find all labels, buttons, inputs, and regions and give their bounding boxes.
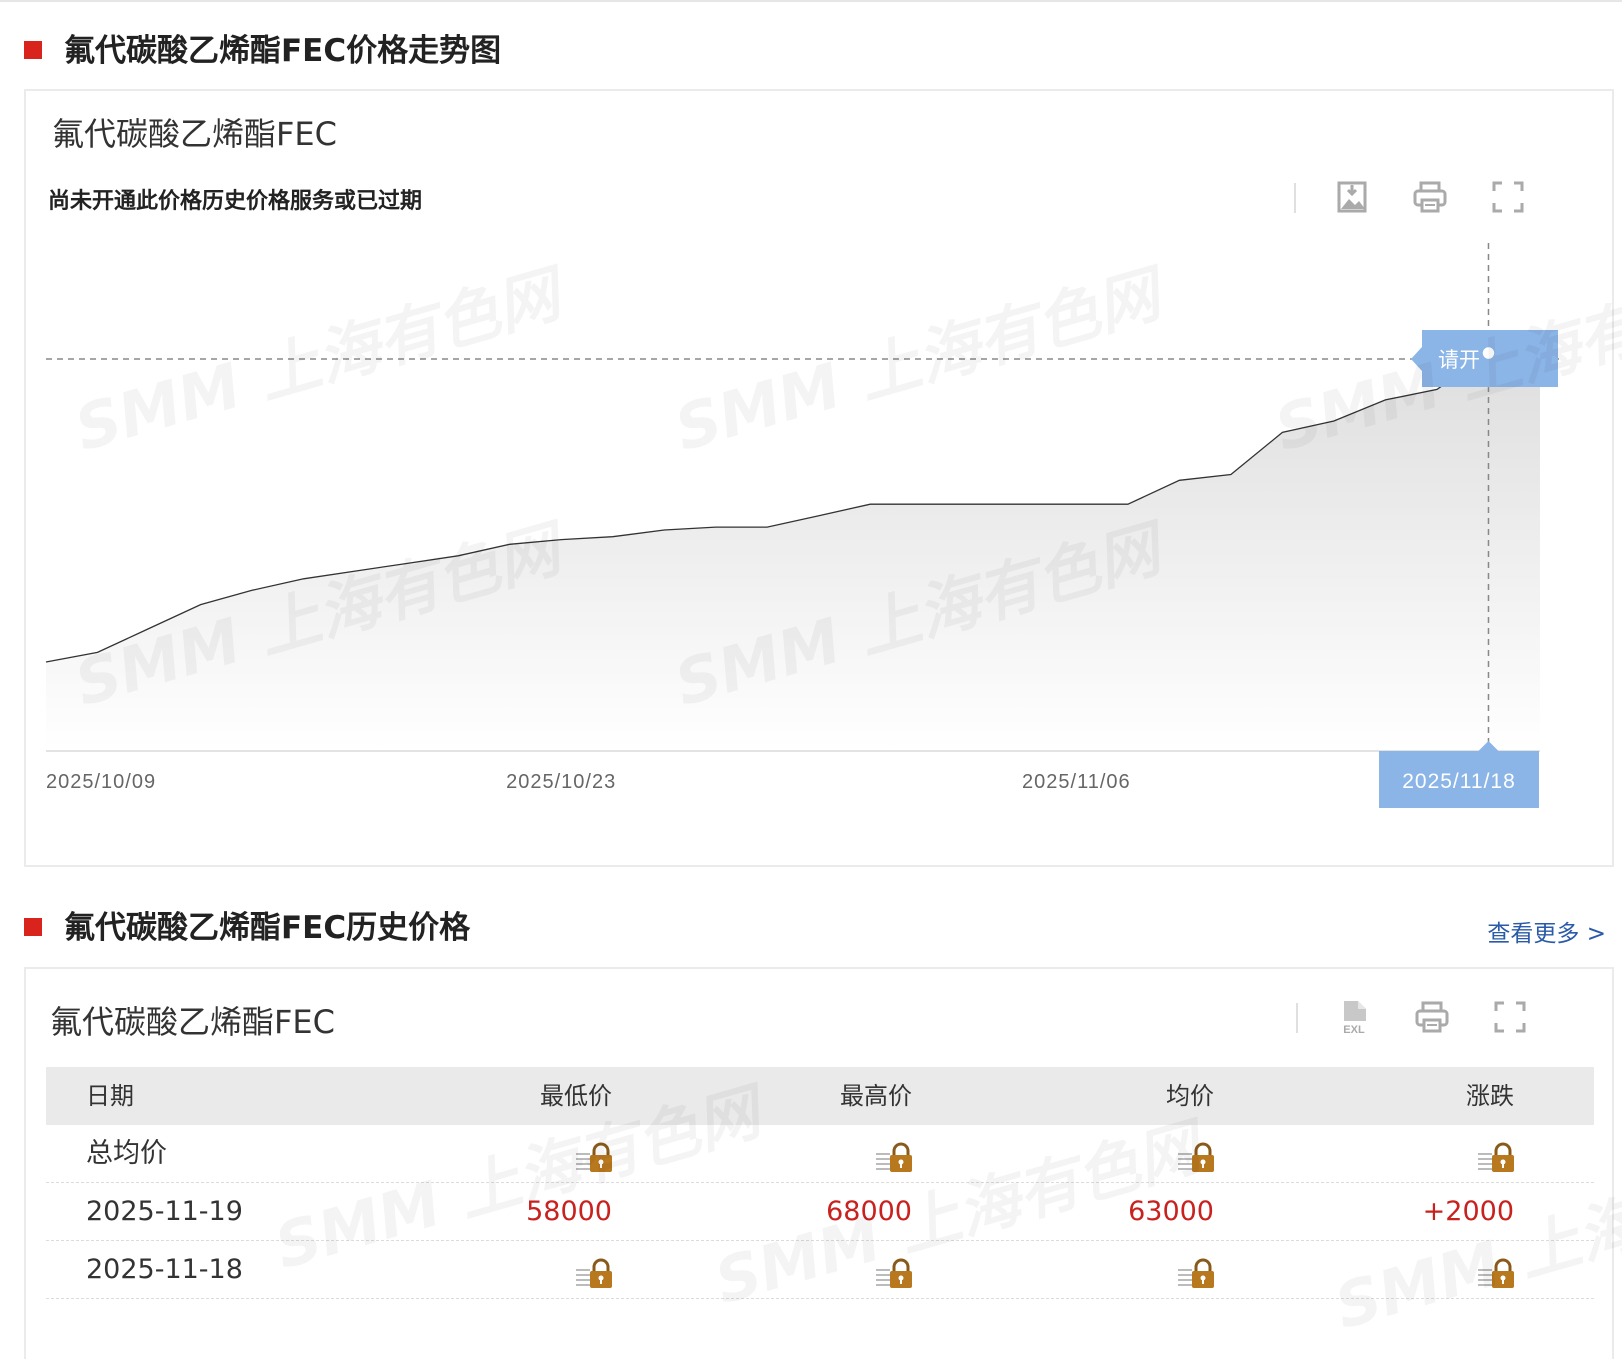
highlight-point	[1480, 344, 1497, 362]
tooltip-text: 请开	[1438, 348, 1480, 372]
print-icon[interactable]	[1414, 999, 1450, 1035]
section-marker	[24, 918, 42, 936]
excel-export-icon[interactable]: EXL	[1336, 999, 1372, 1035]
column-header-date: 日期	[86, 1082, 134, 1110]
section-marker	[24, 41, 42, 59]
column-header-avg: 均价	[1166, 1082, 1214, 1110]
avg-price: 63000	[1128, 1196, 1214, 1227]
lock-icon[interactable]	[876, 1241, 912, 1299]
x-tick-label: 2025/11/06	[1022, 771, 1131, 793]
top-divider	[0, 0, 1622, 2]
lock-icon[interactable]	[576, 1241, 612, 1299]
view-more-link[interactable]: 查看更多 >	[1487, 914, 1606, 948]
chart-panel: 氟代碳酸乙烯酯FEC 尚未开通此价格历史价格服务或已过期 2025/10/09 2…	[24, 89, 1622, 867]
high-price: 68000	[826, 1196, 912, 1227]
x-tick-label: 2025/10/23	[506, 771, 616, 793]
price-trend-section-header: 氟代碳酸乙烯酯FEC价格走势图	[24, 25, 1614, 85]
lock-icon[interactable]	[1178, 1241, 1214, 1299]
table-row: 2025-11-18	[46, 1241, 1594, 1299]
lock-icon[interactable]	[1478, 1125, 1514, 1183]
series-area	[46, 332, 1540, 751]
history-price-table: 日期 最低价 最高价 均价 涨跌 总均价 2025-11-19 58000 68…	[46, 1067, 1594, 1299]
table-row: 总均价	[46, 1125, 1594, 1183]
history-section-header: 氟代碳酸乙烯酯FEC历史价格 查看更多 >	[24, 902, 1614, 962]
price-change: +2000	[1422, 1196, 1514, 1227]
row-date: 总均价	[86, 1138, 167, 1169]
lock-icon[interactable]	[576, 1125, 612, 1183]
price-trend-chart[interactable]: 2025/10/09 2025/10/23 2025/11/06 2025/11/18…	[26, 91, 1612, 865]
tooltip-pointer	[1411, 347, 1422, 371]
column-header-change: 涨跌	[1466, 1082, 1514, 1110]
low-price: 58000	[526, 1196, 612, 1227]
fullscreen-icon[interactable]	[1492, 999, 1528, 1035]
row-date: 2025-11-19	[86, 1196, 243, 1227]
lock-icon[interactable]	[1478, 1241, 1514, 1299]
toolbar-divider	[1296, 1003, 1298, 1033]
highlight-date-label: 2025/11/18	[1402, 770, 1516, 793]
lock-icon[interactable]	[876, 1125, 912, 1183]
row-date: 2025-11-18	[86, 1254, 243, 1285]
svg-text:EXL: EXL	[1343, 1024, 1365, 1035]
section-heading: 氟代碳酸乙烯酯FEC历史价格	[64, 910, 471, 946]
table-header: 日期 最低价 最高价 均价 涨跌	[46, 1067, 1594, 1125]
history-panel: 氟代碳酸乙烯酯FEC EXL 日期 最低价 最高价 均价 涨跌 总均价 2025…	[24, 967, 1622, 1359]
column-header-high: 最高价	[840, 1082, 912, 1110]
table-row: 2025-11-19 58000 68000 63000 +2000	[46, 1183, 1594, 1241]
history-panel-title: 氟代碳酸乙烯酯FEC	[50, 1003, 335, 1041]
x-tick-label: 2025/10/09	[46, 771, 156, 793]
column-header-low: 最低价	[540, 1082, 612, 1110]
section-heading: 氟代碳酸乙烯酯FEC价格走势图	[64, 33, 502, 69]
lock-icon[interactable]	[1178, 1125, 1214, 1183]
